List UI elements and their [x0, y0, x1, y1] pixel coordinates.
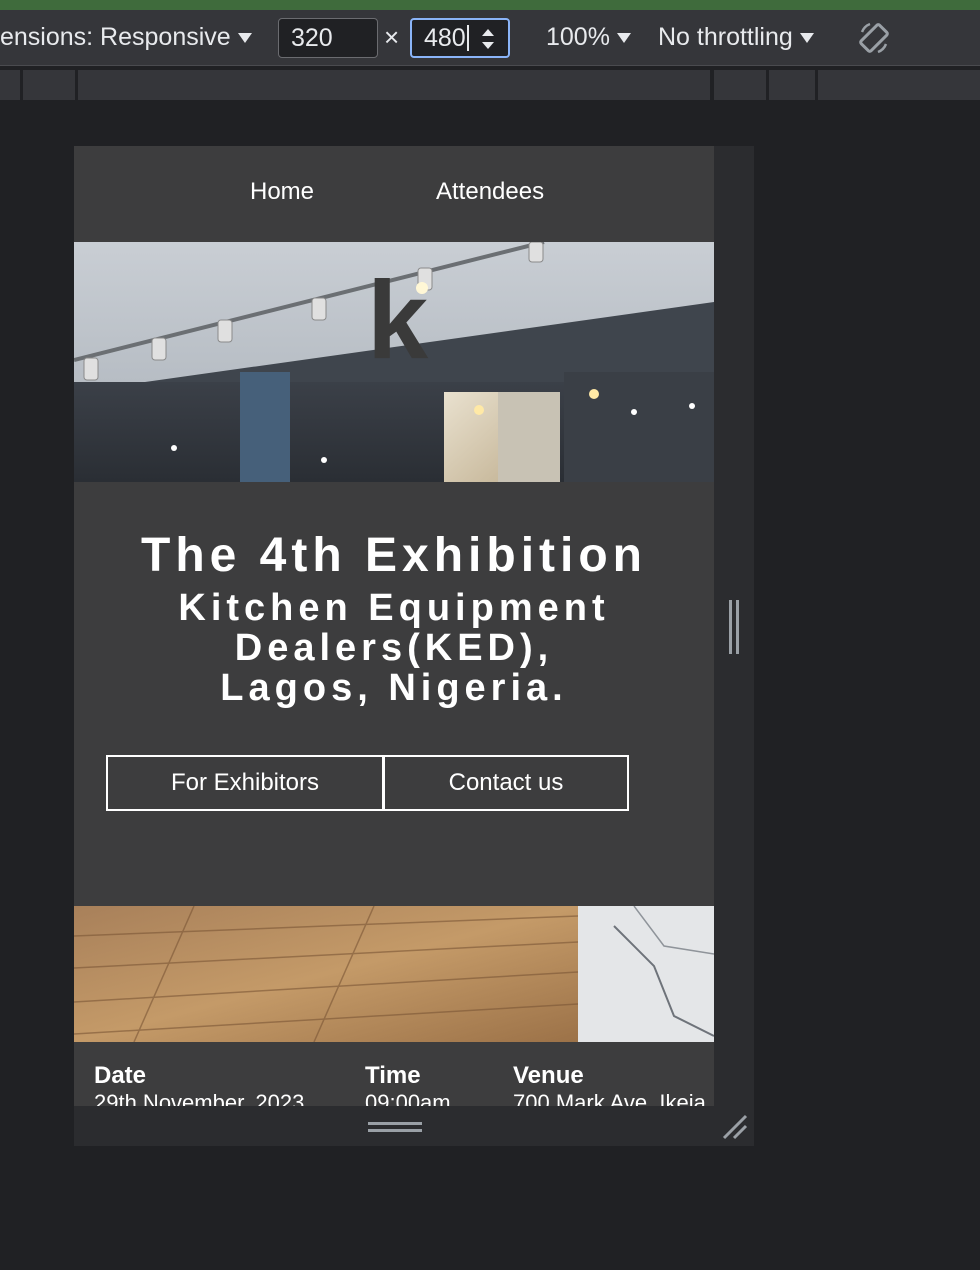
device-viewport: Home Attendees k The 4th Exhibition Kitc… — [74, 146, 714, 1106]
height-input[interactable]: 480 — [410, 18, 510, 58]
corner-resize-icon[interactable] — [720, 1112, 748, 1140]
zoom-dropdown[interactable]: 100% — [546, 10, 631, 65]
media-query-bar[interactable] — [0, 70, 20, 100]
time-label: Time — [365, 1062, 421, 1089]
contact-us-button[interactable]: Contact us — [383, 755, 629, 811]
hero-section: The 4th Exhibition Kitchen Equipment Dea… — [74, 482, 714, 906]
device-toolbar: ensions: Responsive 320 × 480 100% No th… — [0, 10, 980, 66]
chevron-down-icon — [237, 32, 252, 43]
drag-handle-icon — [729, 600, 739, 654]
nav-home-link[interactable]: Home — [250, 178, 314, 206]
media-query-bar[interactable] — [769, 70, 815, 100]
dimensions-dropdown[interactable]: ensions: Responsive — [0, 10, 252, 65]
chevron-down-icon — [616, 32, 631, 43]
rotate-icon — [859, 22, 889, 53]
kitchen-hero-image: k — [74, 242, 714, 482]
window-top-border — [0, 0, 980, 10]
width-value: 320 — [291, 23, 333, 52]
dimensions-label: ensions: Responsive — [0, 23, 231, 51]
wood-floor-image — [74, 906, 714, 1042]
media-query-bar[interactable] — [78, 70, 710, 100]
venue-label: Venue — [513, 1062, 584, 1089]
media-query-bar[interactable] — [23, 70, 75, 100]
site-logo[interactable]: k — [367, 266, 428, 376]
zoom-label: 100% — [546, 23, 610, 51]
media-query-bar[interactable] — [714, 70, 766, 100]
rotate-button[interactable] — [856, 10, 892, 65]
date-value: 29th November, 2023 — [94, 1090, 305, 1106]
resize-handle-bottom[interactable] — [74, 1106, 714, 1146]
site-nav: Home Attendees — [74, 146, 714, 242]
page-subtitle: Kitchen Equipment Dealers(KED), Lagos, N… — [178, 587, 610, 709]
drag-handle-icon — [368, 1122, 422, 1132]
resize-handle-right[interactable] — [714, 146, 754, 1146]
chevron-down-icon — [799, 32, 814, 43]
text-caret — [466, 25, 469, 51]
height-value: 480 — [424, 23, 466, 52]
date-label: Date — [94, 1062, 147, 1089]
throttling-label: No throttling — [658, 23, 793, 51]
page-title: The 4th Exhibition — [141, 529, 647, 582]
throttling-dropdown[interactable]: No throttling — [658, 10, 814, 65]
for-exhibitors-button[interactable]: For Exhibitors — [106, 755, 384, 811]
venue-value: 700 Mark Ave, Ikeja — [513, 1090, 706, 1106]
media-query-bar[interactable] — [818, 70, 980, 100]
event-info: Date 29th November, 2023 Time 09:00am Ve… — [74, 1042, 714, 1106]
width-input[interactable]: 320 — [278, 18, 378, 58]
nav-attendees-link[interactable]: Attendees — [436, 178, 544, 206]
time-value: 09:00am — [365, 1090, 451, 1106]
media-query-bars — [0, 66, 980, 101]
times-symbol: × — [384, 22, 400, 52]
spinner-icon[interactable] — [480, 26, 496, 52]
